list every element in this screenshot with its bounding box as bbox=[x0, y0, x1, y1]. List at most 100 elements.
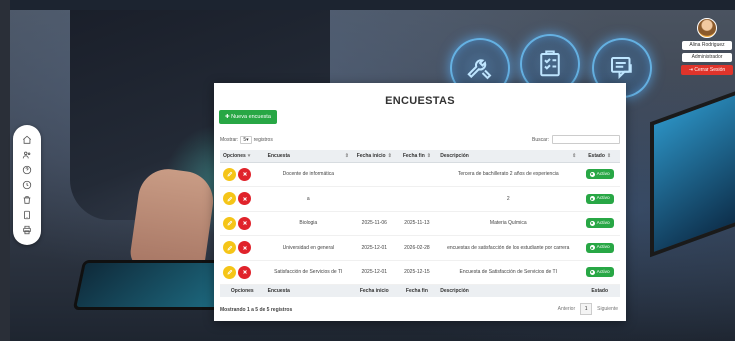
cell-fecha-inicio: 2025-12-01 bbox=[351, 260, 397, 285]
cell-encuesta: Docente de informática bbox=[264, 162, 352, 187]
trash-icon[interactable] bbox=[21, 194, 33, 206]
cell-encuesta: Biologia bbox=[264, 211, 352, 236]
search-control: Buscar: bbox=[532, 135, 620, 144]
col-header-label: Encuesta bbox=[267, 152, 290, 159]
background-laptop bbox=[650, 87, 735, 258]
cell-fecha-fin: 2025-12-15 bbox=[396, 260, 438, 285]
check-circle-icon bbox=[589, 220, 595, 226]
cell-fecha-inicio: 2025-11-06 bbox=[351, 211, 397, 236]
surveys-card: ENCUESTAS ✚ Nueva encuesta Mostrar: 5▾ r… bbox=[214, 83, 626, 321]
background-tablet bbox=[72, 260, 234, 310]
sort-icon: ⇕ bbox=[344, 152, 349, 159]
check-circle-icon bbox=[589, 269, 595, 275]
table-row: Biologia 2025-11-06 2025-11-13 Materia Q… bbox=[220, 211, 620, 236]
footer-encuesta: Encuesta bbox=[264, 284, 352, 297]
new-survey-button[interactable]: ✚ Nueva encuesta bbox=[219, 110, 277, 124]
page-length-select[interactable]: 5▾ bbox=[240, 136, 252, 144]
cell-fecha-inicio bbox=[351, 186, 397, 212]
cell-descripcion: encuestas de satisfacción de los estudia… bbox=[437, 235, 580, 261]
page-button-1[interactable]: 1 bbox=[580, 303, 593, 315]
search-input[interactable] bbox=[552, 135, 620, 144]
col-header-descripcion[interactable]: Descripción ⇕ bbox=[437, 150, 580, 163]
delete-button[interactable] bbox=[238, 167, 251, 181]
footer-descripcion: Descripción bbox=[437, 284, 580, 297]
cell-encuesta: a bbox=[264, 186, 352, 212]
col-header-opciones[interactable]: Opciones ▾ bbox=[220, 150, 265, 163]
page-length-control: Mostrar: 5▾ registros bbox=[220, 136, 273, 144]
status-badge[interactable]: Activo bbox=[585, 242, 614, 253]
print-icon[interactable] bbox=[21, 224, 33, 236]
status-label: Activo bbox=[596, 220, 610, 226]
clock-icon[interactable] bbox=[21, 179, 33, 191]
cell-fecha-inicio: 2025-12-01 bbox=[351, 235, 397, 261]
status-badge[interactable]: Activo bbox=[585, 193, 614, 204]
table-row: Universidad en general 2025-12-01 2026-0… bbox=[220, 235, 620, 261]
user-role: Administrador bbox=[682, 53, 732, 62]
status-badge[interactable]: Activo bbox=[585, 267, 614, 278]
avatar[interactable] bbox=[697, 18, 717, 38]
table-controls: Mostrar: 5▾ registros Buscar: bbox=[220, 135, 620, 145]
close-icon bbox=[242, 270, 247, 275]
logout-label: Cerrar Sesión bbox=[694, 67, 726, 73]
col-header-estado[interactable]: Estado ⇕ bbox=[579, 150, 620, 163]
status-label: Activo bbox=[596, 171, 610, 177]
edit-button[interactable] bbox=[223, 216, 236, 230]
pencil-icon bbox=[226, 196, 232, 202]
show-label: Mostrar: bbox=[220, 137, 239, 143]
check-circle-icon bbox=[589, 171, 595, 177]
edit-button[interactable] bbox=[223, 265, 236, 279]
col-header-label: Fecha inicio bbox=[356, 152, 386, 159]
user-panel: Alina Rodriguez Administrador ⇥ Cerrar S… bbox=[681, 18, 733, 75]
cell-fecha-fin: 2026-02-28 bbox=[396, 235, 438, 261]
edit-button[interactable] bbox=[223, 192, 236, 206]
delete-button[interactable] bbox=[238, 216, 251, 230]
cell-fecha-fin bbox=[396, 162, 438, 187]
delete-button[interactable] bbox=[238, 241, 251, 255]
delete-button[interactable] bbox=[238, 265, 251, 279]
prev-page-button[interactable]: Anterior bbox=[558, 306, 576, 312]
sort-icon: ⇕ bbox=[387, 152, 392, 159]
col-header-label: Fecha fin bbox=[402, 152, 425, 159]
cell-fecha-fin bbox=[396, 186, 438, 212]
tablet-icon[interactable] bbox=[21, 209, 33, 221]
footer-fecha-inicio: Fecha inicio bbox=[351, 284, 397, 297]
cell-descripcion: Encuesta de Satisfacción de Servicios de… bbox=[437, 260, 580, 285]
table-header-row: Opciones ▾ Encuesta ⇕ Fecha inicio ⇕ Fecha … bbox=[220, 150, 620, 163]
cell-descripcion: Materia Química bbox=[437, 211, 580, 236]
close-icon bbox=[242, 221, 247, 226]
table-row: Satisfacción de Servicios de TI 2025-12-… bbox=[220, 260, 620, 285]
check-circle-icon bbox=[589, 245, 595, 251]
status-badge[interactable]: Activo bbox=[585, 218, 614, 229]
cell-encuesta: Satisfacción de Servicios de TI bbox=[264, 260, 352, 285]
pencil-icon bbox=[226, 269, 232, 275]
pencil-icon bbox=[226, 220, 232, 226]
col-header-fecha-inicio[interactable]: Fecha inicio ⇕ bbox=[351, 150, 397, 163]
sort-icon: ▾ bbox=[247, 152, 251, 159]
close-icon bbox=[242, 172, 247, 177]
status-badge[interactable]: Activo bbox=[585, 169, 614, 180]
col-header-encuesta[interactable]: Encuesta ⇕ bbox=[264, 150, 352, 163]
search-label: Buscar: bbox=[532, 136, 549, 143]
users-icon[interactable] bbox=[21, 149, 33, 161]
side-nav bbox=[13, 125, 41, 245]
footer-estado: Estado bbox=[579, 284, 620, 297]
pencil-icon bbox=[226, 171, 232, 177]
sort-icon: ⇕ bbox=[572, 152, 577, 159]
sort-icon: ⇕ bbox=[426, 152, 431, 159]
help-icon[interactable] bbox=[21, 164, 33, 176]
cell-descripcion: Tercera de bachillerato 2 años de experi… bbox=[437, 162, 580, 187]
records-label: registros bbox=[253, 137, 273, 143]
status-label: Activo bbox=[596, 269, 610, 275]
col-header-fecha-fin[interactable]: Fecha fin ⇕ bbox=[396, 150, 438, 163]
check-circle-icon bbox=[589, 196, 595, 202]
home-icon[interactable] bbox=[21, 134, 33, 146]
left-edge bbox=[0, 0, 10, 341]
edit-button[interactable] bbox=[223, 241, 236, 255]
table-row: Docente de informática Tercera de bachil… bbox=[220, 162, 620, 187]
delete-button[interactable] bbox=[238, 192, 251, 206]
cell-fecha-inicio bbox=[351, 162, 397, 187]
edit-button[interactable] bbox=[223, 167, 236, 181]
logout-button[interactable]: ⇥ Cerrar Sesión bbox=[681, 65, 733, 75]
pagination: Anterior 1 Siguiente bbox=[558, 303, 618, 315]
next-page-button[interactable]: Siguiente bbox=[597, 306, 618, 312]
